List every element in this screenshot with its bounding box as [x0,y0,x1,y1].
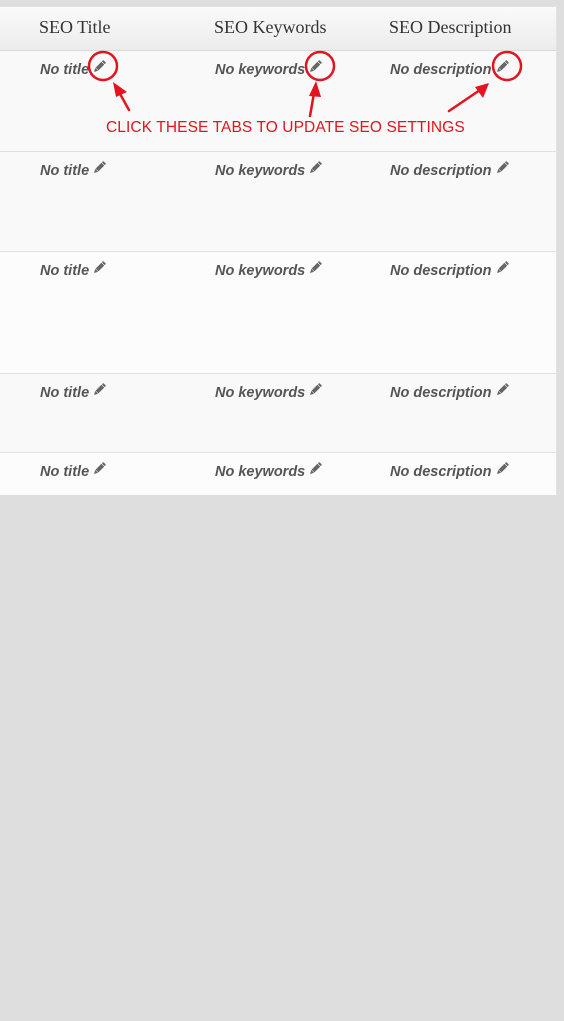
seo-title-cell: No title [40,261,106,279]
seo-keywords-cell: No keywords [215,60,322,78]
seo-keywords-cell: No keywords [215,261,322,279]
table-header: SEO Title SEO Keywords SEO Description [0,7,556,51]
seo-keywords-cell: No keywords [215,161,322,179]
seo-description-value: No description [390,385,492,401]
pencil-icon[interactable] [92,161,106,175]
table-row: No title No keywords No description [0,252,556,374]
pencil-icon[interactable] [308,60,322,74]
pencil-icon[interactable] [308,383,322,397]
seo-description-value: No description [390,163,492,179]
pencil-icon[interactable] [495,161,509,175]
table-row: No title No keywords No description [0,374,556,453]
seo-description-value: No description [390,62,492,78]
seo-title-value: No title [40,464,90,480]
pencil-icon[interactable] [495,383,509,397]
seo-title-cell: No title [40,383,106,401]
table-row: No title No keywords No description [0,152,556,252]
seo-title-value: No title [40,163,90,179]
pencil-icon[interactable] [92,261,106,275]
seo-title-value: No title [40,385,90,401]
seo-description-cell: No description [390,261,509,279]
seo-keywords-cell: No keywords [215,383,322,401]
pencil-icon[interactable] [495,60,509,74]
pencil-icon[interactable] [308,161,322,175]
pencil-icon[interactable] [495,462,509,476]
header-seo-title: SEO Title [39,17,111,37]
seo-description-cell: No description [390,383,509,401]
table-row: No title No keywords No description [0,51,556,152]
header-seo-description: SEO Description [389,17,512,37]
seo-keywords-value: No keywords [215,385,306,401]
seo-description-cell: No description [390,462,509,480]
seo-keywords-value: No keywords [215,62,306,78]
pencil-icon[interactable] [308,462,322,476]
table-row: No title No keywords No description [0,453,556,495]
seo-description-cell: No description [390,60,509,78]
pencil-icon[interactable] [92,462,106,476]
pencil-icon[interactable] [308,261,322,275]
pencil-icon[interactable] [92,60,106,74]
seo-description-cell: No description [390,161,509,179]
seo-title-value: No title [40,62,90,78]
seo-title-cell: No title [40,161,106,179]
seo-keywords-value: No keywords [215,464,306,480]
seo-description-value: No description [390,464,492,480]
header-seo-keywords: SEO Keywords [214,17,327,37]
seo-description-value: No description [390,263,492,279]
pencil-icon[interactable] [92,383,106,397]
seo-keywords-value: No keywords [215,263,306,279]
seo-keywords-cell: No keywords [215,462,322,480]
seo-keywords-value: No keywords [215,163,306,179]
seo-table: SEO Title SEO Keywords SEO Description N… [0,6,557,495]
pencil-icon[interactable] [495,261,509,275]
seo-title-value: No title [40,263,90,279]
seo-title-cell: No title [40,60,106,78]
seo-title-cell: No title [40,462,106,480]
